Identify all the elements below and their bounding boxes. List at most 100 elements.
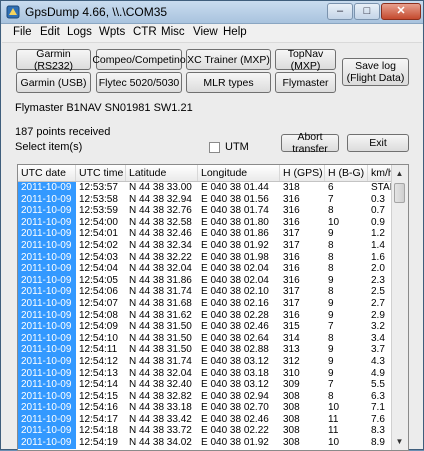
table-cell: 8 [328, 286, 334, 298]
flytec-button[interactable]: Flytec 5020/5030 [96, 72, 182, 93]
menu-wpts[interactable]: Wpts [99, 26, 125, 38]
table-cell: 316 [283, 216, 300, 228]
table-cell: E 040 38 02.28 [201, 309, 269, 321]
table-row[interactable]: 2011-10-09 12:53:57 N 44 38 33.00 E 040 38 … [18, 182, 392, 194]
table-cell: 2011-10-09 [18, 263, 76, 275]
table-cell: 309 [283, 379, 300, 391]
table-row[interactable]: 2011-10-09 12:54:08 N 44 38 31.62 E 040 38 … [18, 309, 392, 322]
col-header-h-gps[interactable]: H (GPS) [280, 165, 325, 181]
table-cell: 4.3 [371, 355, 385, 367]
table-cell: 2011-10-09 [18, 274, 76, 287]
table-cell: 12:54:08 [79, 309, 118, 321]
col-header-utc-time[interactable]: UTC time [76, 165, 126, 181]
table-row[interactable]: 2011-10-09 12:54:11 N 44 38 31.50 E 040 38 … [18, 344, 392, 356]
table-row[interactable]: 2011-10-09 12:54:07 N 44 38 31.68 E 040 38 … [18, 297, 392, 310]
menu-logs[interactable]: Logs [67, 26, 92, 38]
table-cell: 3.7 [371, 344, 385, 356]
scroll-up-arrow-icon[interactable]: ▲ [394, 168, 405, 179]
table-row[interactable]: 2011-10-09 12:54:12 N 44 38 31.74 E 040 38 … [18, 355, 392, 368]
table-cell: E 040 38 02.88 [201, 344, 269, 356]
table-cell: N 44 38 31.86 [129, 274, 192, 286]
table-cell: 12:53:58 [79, 193, 118, 205]
table-cell: 5.5 [371, 379, 385, 391]
table-cell: 313 [283, 344, 300, 356]
table-row[interactable]: 2011-10-09 12:54:05 N 44 38 31.86 E 040 38 … [18, 274, 392, 287]
col-header-longitude[interactable]: Longitude [198, 165, 280, 181]
table-row[interactable]: 2011-10-09 12:54:16 N 44 38 33.18 E 040 38 … [18, 402, 392, 414]
table-row[interactable]: 2011-10-09 12:54:17 N 44 38 33.42 E 040 38 … [18, 413, 392, 426]
scroll-down-arrow-icon[interactable]: ▼ [394, 436, 405, 447]
table-cell: N 44 38 34.02 [129, 437, 192, 449]
abort-transfer-button[interactable]: Abort transfer [281, 131, 339, 155]
table-row[interactable]: 2011-10-09 12:54:19 N 44 38 34.02 E 040 38 … [18, 437, 392, 449]
save-log-button[interactable]: Save log (Flight Data) [342, 58, 409, 86]
table-cell: E 040 38 01.98 [201, 251, 269, 263]
xc-trainer-button[interactable]: XC Trainer (MXP) [186, 49, 271, 70]
menu-view[interactable]: View [193, 26, 218, 38]
menu-help[interactable]: Help [223, 26, 247, 38]
table-cell: 315 [283, 321, 300, 333]
garmin-rs232-button[interactable]: Garmin (RS232) [16, 48, 91, 72]
col-header-h-bg[interactable]: H (B-G) [325, 165, 368, 181]
table-body: 2011-10-09 12:53:57 N 44 38 33.00 E 040 38 … [18, 182, 392, 449]
compeo-competino-button[interactable]: Compeo/Competino [92, 49, 186, 70]
table-row[interactable]: 2011-10-09 12:54:03 N 44 38 32.22 E 040 38 … [18, 251, 392, 264]
table-row[interactable]: 2011-10-09 12:54:04 N 44 38 32.04 E 040 38 … [18, 263, 392, 275]
table-cell: 2011-10-09 [18, 216, 76, 229]
maximize-button[interactable]: □ [354, 3, 380, 20]
table-row[interactable]: 2011-10-09 12:53:59 N 44 38 32.76 E 040 38 … [18, 205, 392, 217]
table-cell: 2011-10-09 [18, 239, 76, 252]
menu-misc[interactable]: Misc [161, 26, 185, 38]
table-cell: 2011-10-09 [18, 355, 76, 368]
table-row[interactable]: 2011-10-09 12:54:14 N 44 38 32.40 E 040 38 … [18, 379, 392, 391]
table-cell: E 040 38 02.46 [201, 413, 269, 425]
points-received-status: 187 points received [15, 126, 111, 138]
close-button[interactable]: ✕ [381, 3, 421, 20]
table-cell: E 040 38 01.44 [201, 182, 269, 193]
table-row[interactable]: 2011-10-09 12:54:06 N 44 38 31.74 E 040 38 … [18, 286, 392, 298]
vertical-scrollbar[interactable]: ▲ ▼ [391, 165, 408, 450]
utm-checkbox[interactable] [209, 142, 220, 153]
flymaster-button[interactable]: Flymaster [275, 72, 336, 93]
table-cell: N 44 38 32.04 [129, 263, 192, 275]
table-row[interactable]: 2011-10-09 12:53:58 N 44 38 32.94 E 040 38 … [18, 193, 392, 206]
table-cell: 8 [328, 239, 334, 251]
table-cell: 316 [283, 205, 300, 217]
garmin-usb-button[interactable]: Garmin (USB) [16, 72, 91, 93]
table-cell: N 44 38 32.34 [129, 239, 192, 251]
menu-file[interactable]: File [13, 26, 32, 38]
table-cell: 12:54:00 [79, 216, 118, 228]
table-cell: 3.4 [371, 332, 385, 344]
table-cell: E 040 38 02.70 [201, 402, 269, 414]
table-row[interactable]: 2011-10-09 12:54:00 N 44 38 32.58 E 040 38 … [18, 216, 392, 229]
menu-edit[interactable]: Edit [40, 26, 60, 38]
table-cell: 2011-10-09 [18, 251, 76, 264]
exit-button[interactable]: Exit [347, 134, 409, 152]
device-info: Flymaster B1NAV SN01981 SW1.21 [15, 102, 193, 114]
track-points-table[interactable]: UTC date UTC time Latitude Longitude H (… [17, 164, 409, 451]
topnav-button[interactable]: TopNav (MXP) [275, 48, 336, 72]
table-row[interactable]: 2011-10-09 12:54:15 N 44 38 32.82 E 040 38 … [18, 390, 392, 403]
mlr-types-button[interactable]: MLR types [186, 72, 271, 93]
menu-ctr[interactable]: CTR [133, 26, 157, 38]
table-row[interactable]: 2011-10-09 12:54:09 N 44 38 31.50 E 040 38 … [18, 321, 392, 333]
table-cell: 12:54:05 [79, 274, 118, 286]
table-cell: 12:54:04 [79, 263, 118, 275]
table-cell: 318 [283, 182, 300, 193]
scrollbar-thumb[interactable] [394, 183, 405, 203]
col-header-latitude[interactable]: Latitude [126, 165, 198, 181]
table-cell: 314 [283, 332, 300, 344]
table-row[interactable]: 2011-10-09 12:54:01 N 44 38 32.46 E 040 38 … [18, 228, 392, 240]
table-cell: N 44 38 32.22 [129, 251, 192, 263]
col-header-utc-date[interactable]: UTC date [18, 165, 76, 181]
title-bar[interactable]: GpsDump 4.66, \\.\COM35 – □ ✕ [1, 1, 423, 24]
table-cell: 12:54:19 [79, 437, 118, 449]
table-row[interactable]: 2011-10-09 12:54:10 N 44 38 31.50 E 040 38 … [18, 332, 392, 345]
table-row[interactable]: 2011-10-09 12:54:02 N 44 38 32.34 E 040 38 … [18, 239, 392, 252]
table-cell: N 44 38 32.40 [129, 379, 192, 391]
table-row[interactable]: 2011-10-09 12:54:13 N 44 38 32.04 E 040 38 … [18, 367, 392, 380]
table-cell: N 44 38 31.50 [129, 332, 192, 344]
table-row[interactable]: 2011-10-09 12:54:18 N 44 38 33.72 E 040 38 … [18, 425, 392, 438]
col-header-kmh[interactable]: km/h [368, 165, 392, 181]
minimize-button[interactable]: – [327, 3, 353, 20]
